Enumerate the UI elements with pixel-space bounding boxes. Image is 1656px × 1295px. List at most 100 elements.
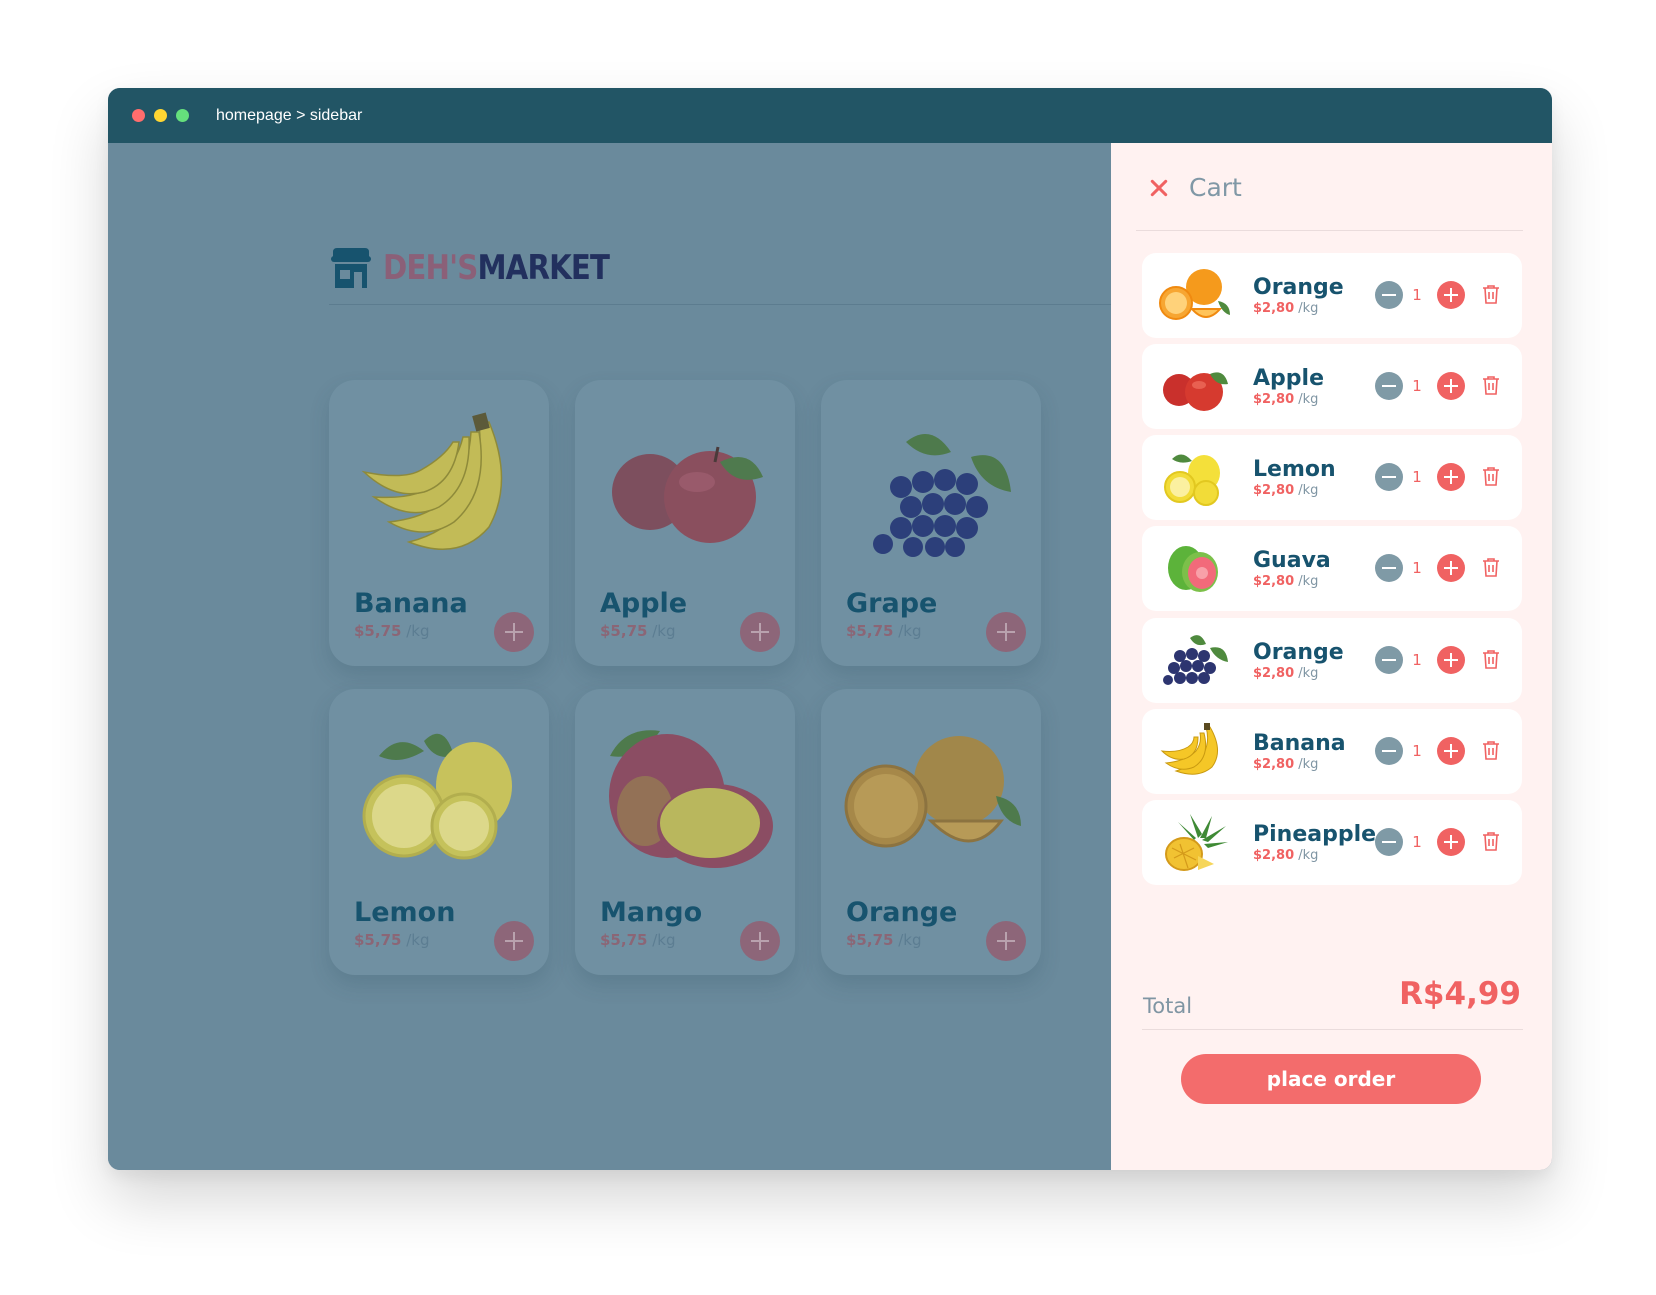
- cart-item-price: $2,80 /kg: [1253, 574, 1319, 589]
- lemon-icon: [362, 733, 512, 860]
- cart-item: Apple $2,80 /kg 1: [1142, 344, 1522, 429]
- cart-item-price: $2,80 /kg: [1253, 392, 1319, 407]
- cart-item-name: Lemon: [1253, 457, 1336, 482]
- increase-quantity-button[interactable]: [1437, 646, 1465, 674]
- quantity-value: 1: [1412, 651, 1422, 669]
- product-name: Orange: [846, 897, 958, 928]
- decrease-quantity-button[interactable]: [1375, 372, 1403, 400]
- increase-quantity-button[interactable]: [1437, 828, 1465, 856]
- browser-window: homepage > sidebar DEH'SMARKET Banana $5…: [108, 88, 1552, 1170]
- product-price: $5,75 /kg: [354, 622, 430, 640]
- quantity-value: 1: [1412, 833, 1422, 851]
- product-price: $5,75 /kg: [600, 622, 676, 640]
- guava-icon: [1168, 546, 1218, 592]
- cart-item-name: Orange: [1253, 275, 1344, 300]
- mango-icon: [609, 730, 773, 868]
- product-card-banana[interactable]: Banana $5,75 /kg: [329, 380, 549, 666]
- decrease-quantity-button[interactable]: [1375, 737, 1403, 765]
- product-name: Banana: [354, 588, 468, 619]
- product-card-mango[interactable]: Mango $5,75 /kg: [575, 689, 795, 975]
- window-titlebar: homepage > sidebar: [108, 88, 1552, 143]
- trash-icon[interactable]: [1482, 831, 1500, 852]
- cart-item-price: $2,80 /kg: [1253, 757, 1319, 772]
- cart-item-name: Orange: [1253, 640, 1344, 665]
- apple-icon: [612, 446, 763, 543]
- product-price: $5,75 /kg: [846, 622, 922, 640]
- pineapple-icon: [1165, 814, 1228, 871]
- trash-icon[interactable]: [1482, 740, 1500, 761]
- increase-quantity-button[interactable]: [1437, 737, 1465, 765]
- decrease-quantity-button[interactable]: [1375, 646, 1403, 674]
- cart-item-price: $2,80 /kg: [1253, 848, 1319, 863]
- add-to-cart-button[interactable]: [740, 612, 780, 652]
- increase-quantity-button[interactable]: [1437, 372, 1465, 400]
- banana-icon: [361, 412, 503, 550]
- cart-sidebar: Cart Orange $2,80 /kg 1 Apple $2,80 /kg …: [1111, 143, 1552, 1170]
- orange-icon: [844, 736, 1021, 848]
- add-to-cart-button[interactable]: [494, 612, 534, 652]
- product-price: $5,75 /kg: [846, 931, 922, 949]
- product-card-grape[interactable]: Grape $5,75 /kg: [821, 380, 1041, 666]
- product-card-lemon[interactable]: Lemon $5,75 /kg: [329, 689, 549, 975]
- cart-item-name: Apple: [1253, 366, 1324, 391]
- cart-item: Lemon $2,80 /kg 1: [1142, 435, 1522, 520]
- breadcrumb: homepage > sidebar: [216, 106, 363, 124]
- brand-logo[interactable]: DEH'SMARKET: [329, 246, 646, 290]
- maximize-window-dot[interactable]: [176, 109, 189, 122]
- cart-item: Pineapple $2,80 /kg 1: [1142, 800, 1522, 885]
- cart-item-price: $2,80 /kg: [1253, 301, 1319, 316]
- decrease-quantity-button[interactable]: [1375, 281, 1403, 309]
- minimize-window-dot[interactable]: [154, 109, 167, 122]
- total-label: Total: [1143, 994, 1193, 1018]
- product-name: Mango: [600, 897, 703, 928]
- brand-name-part1: DEH'S: [383, 248, 478, 288]
- decrease-quantity-button[interactable]: [1375, 828, 1403, 856]
- total-divider: [1142, 1029, 1523, 1030]
- main-page-overlay: DEH'SMARKET Banana $5,75 /kg Apple $5,75…: [108, 143, 1111, 1170]
- cart-item-price: $2,80 /kg: [1253, 666, 1319, 681]
- increase-quantity-button[interactable]: [1437, 281, 1465, 309]
- quantity-value: 1: [1412, 559, 1422, 577]
- trash-icon[interactable]: [1482, 557, 1500, 578]
- cart-item-name: Pineapple: [1253, 822, 1377, 847]
- cart-item: Guava $2,80 /kg 1: [1142, 526, 1522, 611]
- apple-icon: [1163, 372, 1228, 411]
- cart-header: Cart: [1149, 173, 1242, 202]
- add-to-cart-button[interactable]: [986, 612, 1026, 652]
- lemon-icon: [1164, 454, 1220, 506]
- cart-item-name: Banana: [1253, 731, 1346, 756]
- decrease-quantity-button[interactable]: [1375, 554, 1403, 582]
- trash-icon[interactable]: [1482, 375, 1500, 396]
- banana-icon: [1160, 723, 1218, 775]
- product-card-orange[interactable]: Orange $5,75 /kg: [821, 689, 1041, 975]
- total-value: R$4,99: [1399, 976, 1521, 1012]
- product-card-apple[interactable]: Apple $5,75 /kg: [575, 380, 795, 666]
- increase-quantity-button[interactable]: [1437, 554, 1465, 582]
- decrease-quantity-button[interactable]: [1375, 463, 1403, 491]
- store-icon: [331, 248, 371, 288]
- product-name: Apple: [600, 588, 688, 619]
- place-order-button[interactable]: place order: [1181, 1054, 1481, 1104]
- trash-icon[interactable]: [1482, 649, 1500, 670]
- brand-name-part2: MARKET: [477, 248, 610, 288]
- cart-divider: [1136, 230, 1523, 231]
- add-to-cart-button[interactable]: [986, 921, 1026, 961]
- cart-title: Cart: [1189, 173, 1242, 202]
- product-name: Lemon: [354, 897, 456, 928]
- trash-icon[interactable]: [1482, 284, 1500, 305]
- close-icon[interactable]: [1149, 178, 1169, 198]
- quantity-value: 1: [1412, 377, 1422, 395]
- cart-item: Orange $2,80 /kg 1: [1142, 618, 1522, 703]
- add-to-cart-button[interactable]: [494, 921, 534, 961]
- close-window-dot[interactable]: [132, 109, 145, 122]
- add-to-cart-button[interactable]: [740, 921, 780, 961]
- grape-icon: [1163, 635, 1228, 685]
- product-price: $5,75 /kg: [600, 931, 676, 949]
- cart-item: Orange $2,80 /kg 1: [1142, 253, 1522, 338]
- increase-quantity-button[interactable]: [1437, 463, 1465, 491]
- trash-icon[interactable]: [1482, 466, 1500, 487]
- cart-item-name: Guava: [1253, 548, 1331, 573]
- cart-item: Banana $2,80 /kg 1: [1142, 709, 1522, 794]
- quantity-value: 1: [1412, 468, 1422, 486]
- brand-name: DEH'SMARKET: [383, 248, 610, 288]
